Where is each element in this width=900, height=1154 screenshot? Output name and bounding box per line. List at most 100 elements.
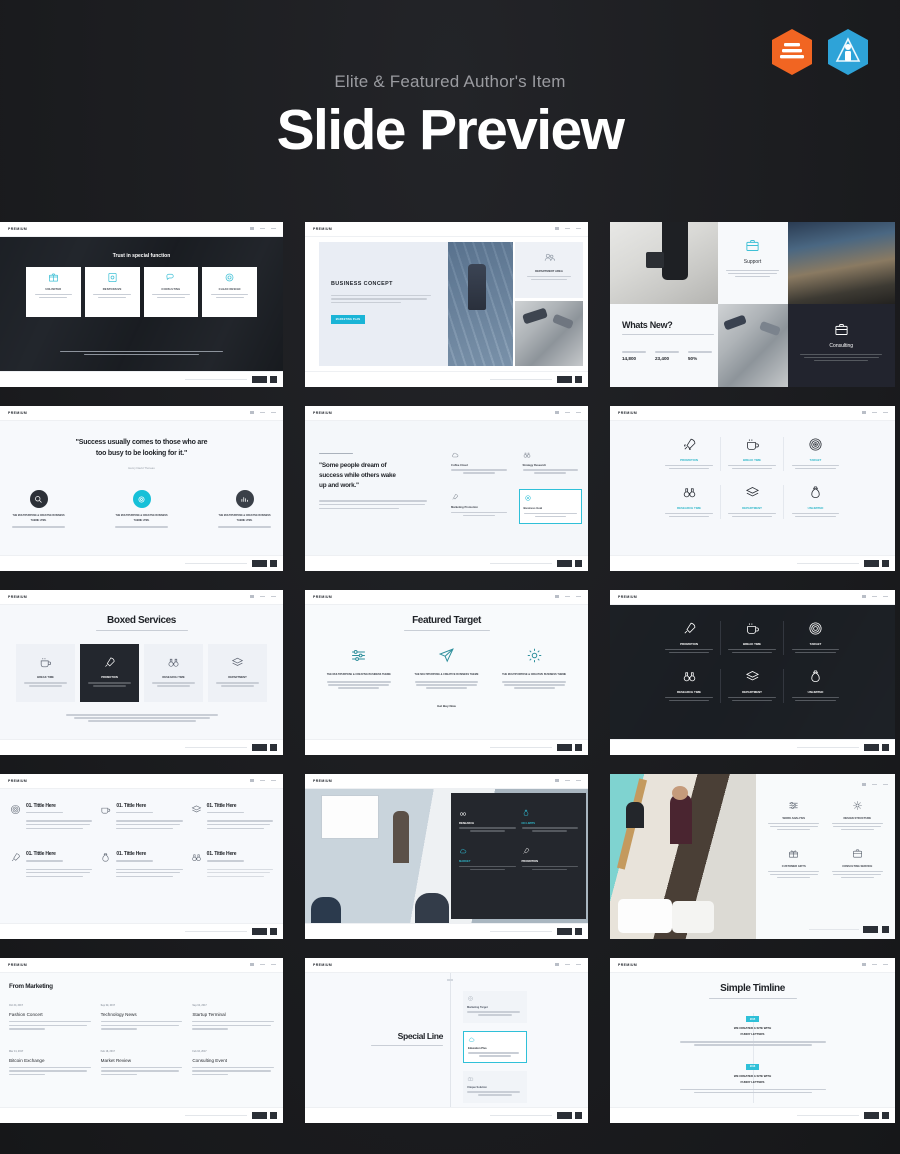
target-item[interactable]: THE MULTIPURPOSE & CREATIVE BUSINESS THE… [413,647,479,690]
menu-icon[interactable] [862,411,866,414]
icon-item[interactable]: BREAK TIME [721,621,784,655]
minimize-icon[interactable] [565,964,570,965]
feature-card[interactable]: RESPONSIVE [84,267,140,317]
slide-action-button[interactable] [864,1111,879,1119]
icon-item[interactable]: RESEARCH TIME [658,484,721,519]
slide-thumbnail[interactable]: PREMIUM 01. Tittle Here 01. Tittle Here … [0,774,283,939]
slide-controls[interactable] [862,595,888,598]
feature-card[interactable]: CONSULTING [143,267,199,317]
more-icon[interactable] [883,784,888,785]
slide-controls[interactable] [250,227,276,230]
service-box[interactable]: PROMOTION [80,644,139,703]
more-icon[interactable] [883,412,888,413]
minimize-icon[interactable] [565,228,570,229]
feature-item[interactable]: PROMOTION [521,847,578,871]
slide-next-button[interactable] [882,743,889,751]
target-item[interactable]: THE MULTIPURPOSE & CREATIVE BUSINESS THE… [326,647,392,690]
post-item[interactable]: Feb 02, 2017 Consulting Event [192,1050,274,1078]
menu-icon[interactable] [250,595,254,598]
consulting-card[interactable]: Consulting [787,304,895,387]
minimize-icon[interactable] [260,596,265,597]
featured-author-badge[interactable] [826,28,870,76]
slide-next-button[interactable] [575,743,582,751]
list-item[interactable]: 01. Tittle Here [10,851,93,879]
minimize-icon[interactable] [260,412,265,413]
slide-action-button[interactable] [864,743,879,751]
post-item[interactable]: Sep 09, 2017 Technology News [100,1004,183,1032]
minimize-icon[interactable] [872,596,877,597]
slide-next-button[interactable] [270,1111,277,1119]
minimize-icon[interactable] [565,780,570,781]
more-icon[interactable] [271,596,276,597]
slide-next-button[interactable] [270,743,277,751]
slide-next-button[interactable] [575,375,582,383]
menu-icon[interactable] [862,595,866,598]
cta-link[interactable]: Get Buy Now [305,704,588,708]
menu-icon[interactable] [862,963,866,966]
feature-item[interactable]: WORK ANALYSIS [764,800,824,832]
slide-next-button[interactable] [882,926,889,933]
more-icon[interactable] [576,228,581,229]
target-item[interactable]: THE MULTIPURPOSE & CREATIVE BUSINESS THE… [501,647,567,690]
more-icon[interactable] [883,596,888,597]
slide-controls[interactable] [555,227,581,230]
feature-item[interactable]: RESEARCH [459,809,516,833]
slide-thumbnail[interactable]: PREMIUM Simple Timline 2015 WE CREATED A… [610,958,895,1123]
post-item[interactable]: Sep 02, 2017 Startup Terminal [192,1004,274,1032]
timeline-entry[interactable]: 2015 WE CREATED A SITE WITH FUNNY LETTER… [610,1016,895,1046]
slide-next-button[interactable] [575,927,582,935]
list-item[interactable]: 01. Tittle Here [191,851,273,879]
slide-action-button[interactable] [557,559,572,567]
menu-icon[interactable] [862,783,866,786]
more-icon[interactable] [271,964,276,965]
feature-item[interactable]: CUSTOMER GIFTS [764,848,824,880]
list-item[interactable]: 01. Tittle Here [100,803,183,831]
slide-next-button[interactable] [882,1111,889,1119]
slide-thumbnail[interactable]: PREMIUM PROMOTION BREAK TIME TARGET RESE… [610,406,895,571]
slide-controls[interactable] [862,783,888,786]
slide-controls[interactable] [555,779,581,782]
minimize-icon[interactable] [260,228,265,229]
icon-item[interactable]: PROMOTION [658,437,721,471]
slide-action-button[interactable] [863,926,878,933]
slide-action-button[interactable] [252,375,267,383]
slide-thumbnail[interactable]: Support Whats New? 14,800 23,400 50% Con… [610,222,895,387]
feature-item[interactable]: Business Goal [518,489,582,524]
feature-item[interactable]: Marketing Promotion [447,489,511,523]
slide-controls[interactable] [555,595,581,598]
feature-card[interactable]: CLEAN DESIGN [202,267,257,317]
slide-thumbnail[interactable]: PREMIUM Trust in special function UNLIMI… [0,222,283,387]
menu-icon[interactable] [555,595,559,598]
minimize-icon[interactable] [260,964,265,965]
slide-thumbnail[interactable]: PREMIUM "Success usually comes to those … [0,406,283,571]
feature-item[interactable]: NO LIMITS [521,809,578,833]
slide-controls[interactable] [250,411,276,414]
slide-action-button[interactable] [557,375,572,383]
more-icon[interactable] [271,780,276,781]
menu-icon[interactable] [250,411,254,414]
slide-controls[interactable] [555,963,581,966]
slide-next-button[interactable] [270,559,277,567]
menu-icon[interactable] [555,227,559,230]
slide-action-button[interactable] [864,559,879,567]
slide-controls[interactable] [862,411,888,414]
icon-item[interactable]: PROMOTION [658,621,721,655]
quote-item[interactable]: THE MULTIPURPOSE & CREATIVE BUSINESS THE… [113,490,171,529]
minimize-icon[interactable] [260,780,265,781]
feature-item[interactable]: DESIGN STRUCTURE [828,800,888,832]
menu-icon[interactable] [250,227,254,230]
slide-controls[interactable] [250,779,276,782]
slide-next-button[interactable] [270,375,277,383]
slide-thumbnail[interactable]: WORK ANALYSIS DESIGN STRUCTURE CUSTOMER … [610,774,895,939]
more-icon[interactable] [576,780,581,781]
slide-action-button[interactable] [557,743,572,751]
slide-action-button[interactable] [252,559,267,567]
icon-item[interactable]: UNLIMITED [784,669,847,703]
slide-action-button[interactable] [557,1111,572,1119]
cta-button[interactable]: MARKETING PLAN [331,315,365,324]
more-icon[interactable] [271,412,276,413]
slide-next-button[interactable] [270,927,277,935]
icon-item[interactable]: DEPARTMENT [721,484,784,519]
feature-item[interactable]: Coffee Cloud [447,447,511,479]
list-item[interactable]: 01. Tittle Here [100,851,183,879]
